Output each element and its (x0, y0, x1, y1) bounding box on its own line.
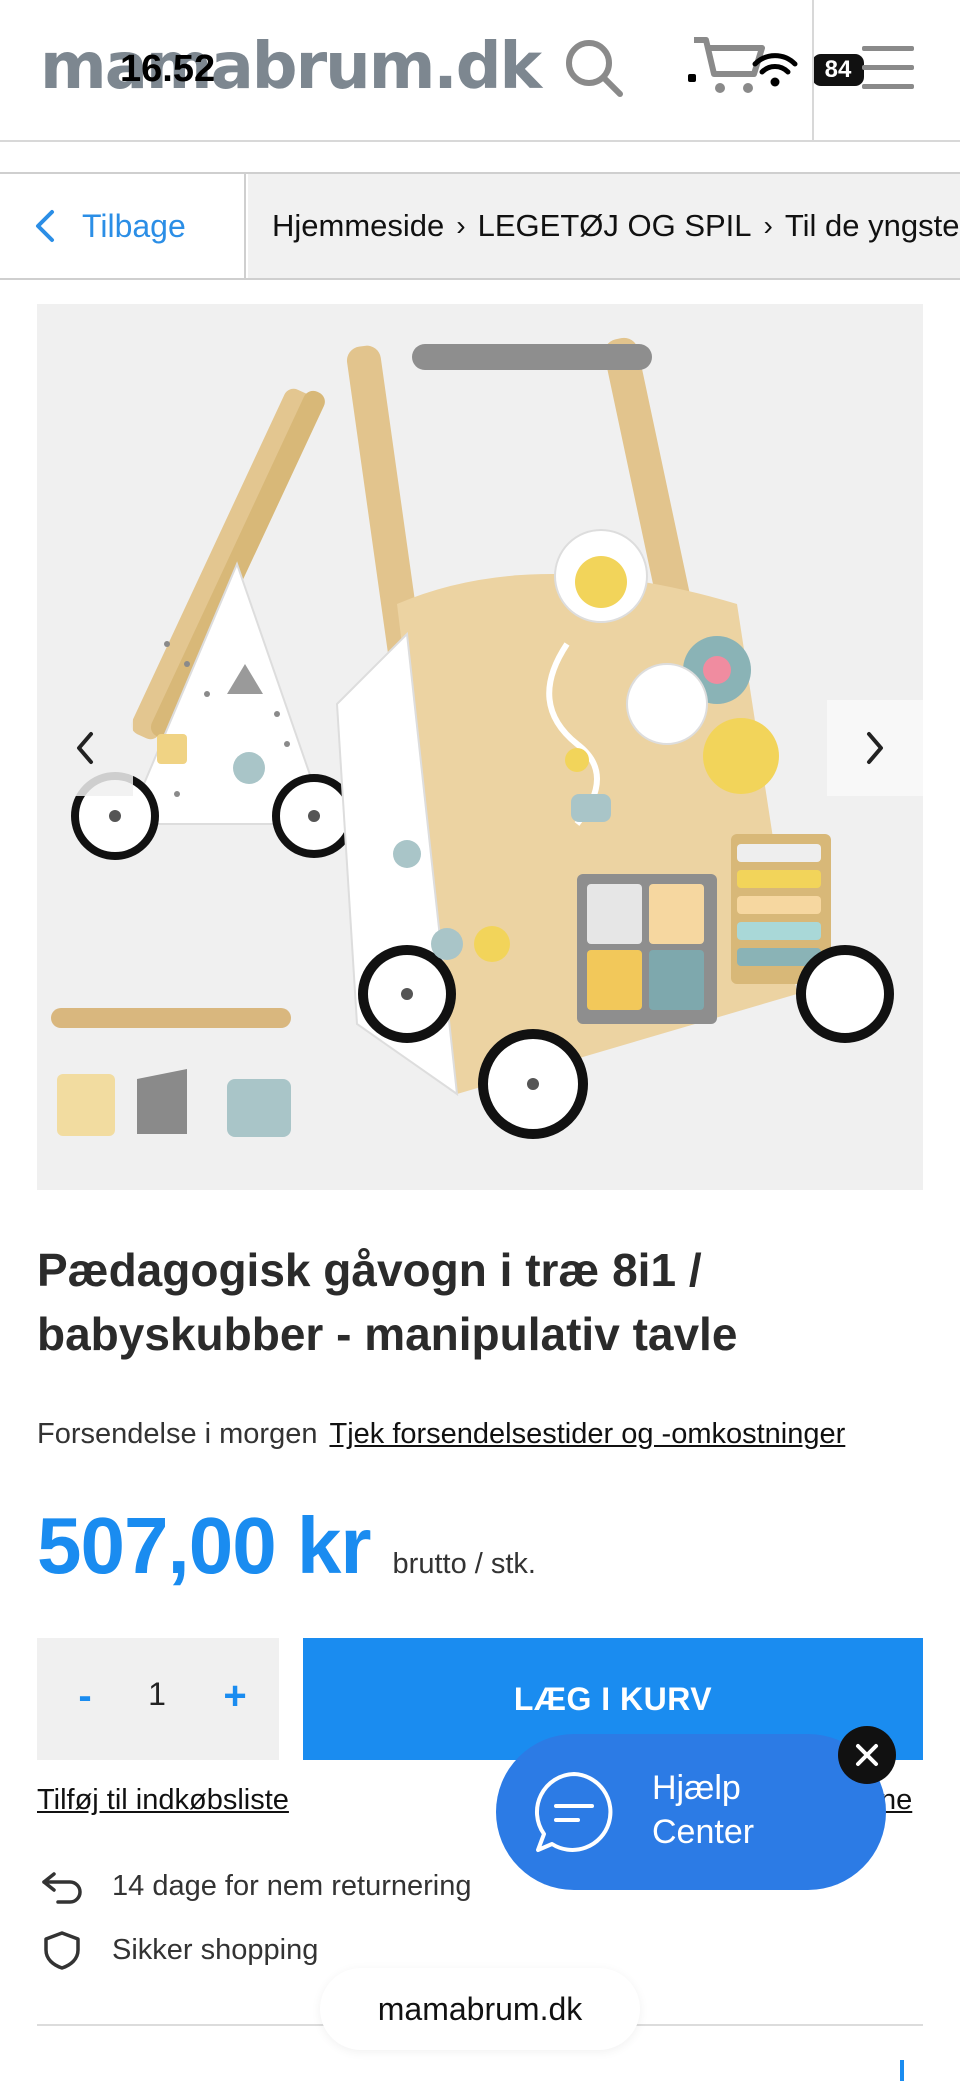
quantity-increase-button[interactable]: + (213, 1674, 257, 1722)
shipping-text: Forsendelse i morgen (37, 1418, 318, 1450)
breadcrumb-item-subcategory[interactable]: Til de yngste (785, 208, 960, 244)
feature-secure-text: Sikker shopping (112, 1933, 319, 1966)
feature-returns: 14 dage for nem returnering (40, 1868, 472, 1904)
return-arrow-icon (42, 1872, 82, 1904)
wifi-icon (752, 53, 798, 87)
quantity-stepper: - 1 + (37, 1638, 279, 1760)
signal-icon (688, 74, 696, 82)
site-header: mamabrum.dk 16.52 84 (0, 0, 960, 142)
back-button[interactable]: Tilbage (0, 174, 246, 278)
back-label: Tilbage (82, 207, 186, 244)
header-divider (812, 0, 814, 142)
add-to-shopping-list-link[interactable]: Tilføj til indkøbsliste (37, 1784, 289, 1817)
price-row: 507,00 kr brutto / stk. (37, 1500, 536, 1590)
shield-icon (44, 1931, 80, 1970)
chevron-right-icon: › (763, 210, 773, 241)
search-icon[interactable] (562, 36, 626, 100)
breadcrumb-item-home[interactable]: Hjemmeside (272, 208, 444, 244)
quantity-decrease-button[interactable]: - (67, 1674, 103, 1722)
breadcrumb: Hjemmeside › LEGETØJ OG SPIL › Til de yn… (248, 174, 960, 278)
breadcrumb-item-category[interactable]: LEGETØJ OG SPIL (478, 208, 752, 244)
help-line-2: Center (652, 1813, 755, 1851)
quantity-input[interactable]: 1 (127, 1676, 187, 1713)
chevron-right-icon (867, 732, 883, 764)
hamburger-menu-icon[interactable] (862, 46, 914, 90)
product-title-line-2: babyskubber - manipulativ tavle (37, 1308, 738, 1360)
product-price: 507,00 kr (37, 1501, 372, 1590)
accent-mark (900, 2060, 904, 2081)
feature-returns-text: 14 dage for nem returnering (112, 1869, 472, 1902)
price-unit: brutto / stk. (392, 1548, 536, 1580)
product-image-gallery[interactable] (37, 304, 923, 1190)
gallery-prev-button[interactable] (37, 700, 133, 796)
shipping-link[interactable]: Tjek forsendelsestider og -omkostninger (329, 1418, 845, 1450)
shipping-info: Forsendelse i morgen Tjek forsendelsestid… (37, 1418, 845, 1451)
chevron-left-icon (77, 732, 93, 764)
help-center-label: Hjælp Center (652, 1766, 754, 1854)
chevron-left-icon (36, 210, 54, 242)
close-icon (856, 1744, 878, 1766)
product-image (51, 337, 894, 1139)
breadcrumb-bar: Tilbage Hjemmeside › LEGETØJ OG SPIL › T… (0, 172, 960, 280)
product-title-line-1: Pædagogisk gåvogn i træ 8i1 / (37, 1244, 702, 1296)
browser-address-bar[interactable]: mamabrum.dk (320, 1968, 640, 2050)
product-title: Pædagogisk gåvogn i træ 8i1 / babyskubbe… (37, 1238, 917, 1366)
close-help-button[interactable] (838, 1726, 896, 1784)
feature-secure: Sikker shopping (40, 1930, 318, 1970)
battery-indicator: 84 (812, 54, 864, 86)
gallery-next-button[interactable] (827, 700, 923, 796)
help-line-1: Hjælp (652, 1769, 741, 1807)
chat-bubble-icon (534, 1772, 613, 1852)
status-time: 16.52 (120, 48, 216, 90)
help-center-widget[interactable]: Hjælp Center (496, 1734, 886, 1890)
chevron-right-icon: › (456, 210, 466, 241)
site-logo[interactable]: mamabrum.dk (40, 30, 542, 104)
